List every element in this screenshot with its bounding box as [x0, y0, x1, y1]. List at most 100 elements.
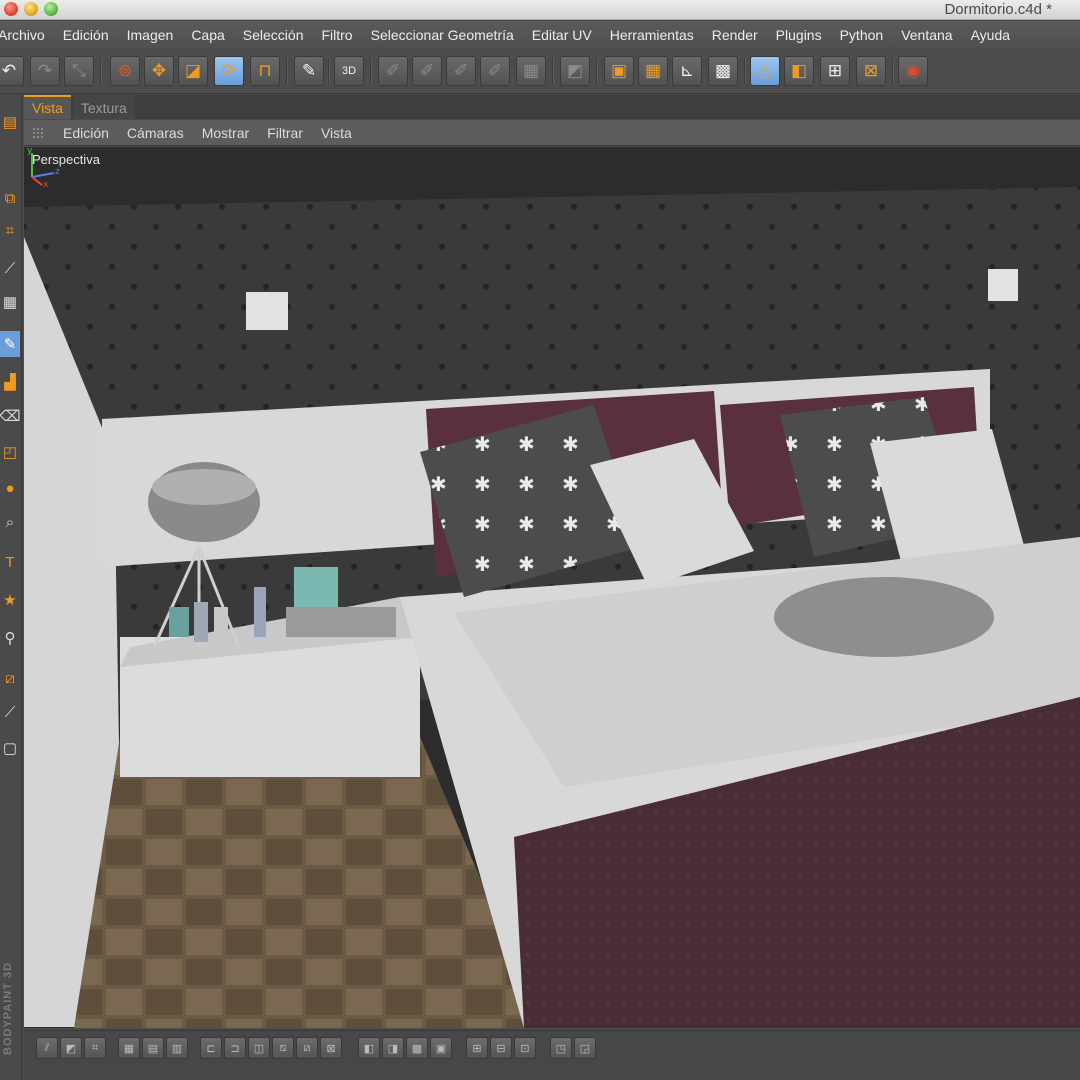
bottom-tool-2-icon[interactable]: ◩: [60, 1037, 82, 1059]
blur-icon[interactable]: ●: [0, 475, 20, 501]
menu-plugins[interactable]: Plugins: [767, 27, 831, 43]
menu-filtro[interactable]: Filtro: [312, 27, 361, 43]
render-icon[interactable]: ◉: [898, 56, 928, 86]
tab-textura[interactable]: Textura: [72, 95, 135, 119]
viewport-menu-vista[interactable]: Vista: [312, 125, 361, 141]
transform-icon[interactable]: ⤡: [64, 56, 94, 86]
checker-1-icon[interactable]: ▣: [604, 56, 634, 86]
title-bar: Dormitorio.c4d *: [0, 0, 1080, 20]
brush-grid-icon[interactable]: ▦: [516, 56, 546, 86]
menu-editar-uv[interactable]: Editar UV: [523, 27, 601, 43]
menu-herramientas[interactable]: Herramientas: [601, 27, 703, 43]
bottom-tool-5-icon[interactable]: ▤: [142, 1037, 164, 1059]
menu-ayuda[interactable]: Ayuda: [962, 27, 1019, 43]
move-icon[interactable]: ✥: [144, 56, 174, 86]
3d-viewport[interactable]: ✱: [24, 147, 1080, 1028]
menu-capa[interactable]: Capa: [182, 27, 233, 43]
axis-x-label: x: [43, 180, 49, 187]
magnet-icon[interactable]: ⊓: [250, 56, 280, 86]
bottom-toolbar: ⫽ ◩ ⌗ ▦ ▤ ▥ ⊏ ⊐ ◫ ⧅ ⧄ ⊠ ◧ ◨ ▩ ▣ ⊞ ⊟ ⊡ ◳ …: [24, 1030, 1080, 1080]
uv-mode-icon[interactable]: ⊠: [856, 56, 886, 86]
bottom-tool-12-icon[interactable]: ⊠: [320, 1037, 342, 1059]
bodypaint-brand-label: BODYPAINT 3D: [2, 961, 14, 1055]
grid-icon[interactable]: ▦: [0, 289, 20, 315]
zoom-window-button[interactable]: [44, 2, 58, 16]
smudge-icon[interactable]: ⟋: [0, 699, 20, 725]
eyedropper-icon[interactable]: ⚲: [0, 625, 20, 651]
undo-icon[interactable]: ↶: [0, 56, 24, 86]
menu-python[interactable]: Python: [831, 27, 893, 43]
paint-setup-icon[interactable]: ✎: [294, 56, 324, 86]
viewport-menu-camaras[interactable]: Cámaras: [118, 125, 193, 141]
eraser-icon[interactable]: ⌫: [0, 403, 21, 429]
bottom-tool-9-icon[interactable]: ◫: [248, 1037, 270, 1059]
checker-2-icon[interactable]: ▦: [638, 56, 668, 86]
menu-archivo[interactable]: Archivo: [0, 27, 54, 43]
star-icon[interactable]: ★: [0, 587, 20, 613]
axis-y-label: y: [27, 147, 33, 156]
scale-icon[interactable]: ◪: [178, 56, 208, 86]
viewport-menu-edicion[interactable]: Edición: [54, 125, 118, 141]
layers-icon[interactable]: ▤: [0, 109, 20, 135]
warp-icon[interactable]: ⧄: [0, 665, 20, 691]
rotate-icon[interactable]: ⟳: [214, 56, 244, 86]
main-toolbar: ↶ ↷ ⤡ ⊚ ✥ ◪ ⟳ ⊓ ✎ 3D ✐ ✐ ✐ ✐ ▦ ◩ ▣ ▦ ⊾ ▩…: [0, 50, 1080, 94]
bottom-tool-17-icon[interactable]: ⊞: [466, 1037, 488, 1059]
brush-4-icon[interactable]: ✐: [480, 56, 510, 86]
viewport-menu-mostrar[interactable]: Mostrar: [193, 125, 258, 141]
pen-icon[interactable]: ⟋: [0, 255, 20, 281]
bottom-tool-14-icon[interactable]: ◨: [382, 1037, 404, 1059]
menu-edicion[interactable]: Edición: [54, 27, 118, 43]
menu-bar: Archivo Edición Imagen Capa Selección Fi…: [0, 21, 1080, 49]
close-window-button[interactable]: [4, 2, 18, 16]
viewport-menu-bar: Edición Cámaras Mostrar Filtrar Vista: [24, 120, 1080, 146]
menu-seleccionar-geometria[interactable]: Seleccionar Geometría: [362, 27, 523, 43]
bottom-tool-20-icon[interactable]: ◳: [550, 1037, 572, 1059]
checker-3-icon[interactable]: ▩: [708, 56, 738, 86]
polygons-mode-icon[interactable]: ⊞: [820, 56, 850, 86]
points-mode-icon[interactable]: △: [750, 56, 780, 86]
left-tool-palette: ▤ ⧉ ⌗ ⟋ ▦ ✎ ▟ ⌫ ◰ ● ⌕ T ★ ⚲ ⧄ ⟋ ▢: [0, 95, 22, 1080]
clone-icon[interactable]: ▢: [0, 735, 20, 761]
zoom-icon[interactable]: ⌕: [0, 509, 20, 535]
menu-ventana[interactable]: Ventana: [892, 27, 961, 43]
live-selection-icon[interactable]: ⊚: [110, 56, 140, 86]
crop-icon[interactable]: ⌗: [0, 217, 20, 243]
bottom-tool-7-icon[interactable]: ⊏: [200, 1037, 222, 1059]
menu-seleccion[interactable]: Selección: [234, 27, 313, 43]
bottom-tool-15-icon[interactable]: ▩: [406, 1037, 428, 1059]
text-icon[interactable]: T: [0, 549, 20, 575]
brush-2-icon[interactable]: ✐: [412, 56, 442, 86]
menu-render[interactable]: Render: [703, 27, 767, 43]
bottom-tool-4-icon[interactable]: ▦: [118, 1037, 140, 1059]
fill-icon[interactable]: ◰: [0, 439, 20, 465]
minimize-window-button[interactable]: [24, 2, 38, 16]
redo-icon[interactable]: ↷: [30, 56, 60, 86]
menu-imagen[interactable]: Imagen: [118, 27, 183, 43]
object-icon[interactable]: ⧉: [0, 185, 20, 211]
stamp-icon[interactable]: ▟: [0, 369, 20, 395]
bottom-tool-3-icon[interactable]: ⌗: [84, 1037, 106, 1059]
bottom-tool-21-icon[interactable]: ◲: [574, 1037, 596, 1059]
brush-3-icon[interactable]: ✐: [446, 56, 476, 86]
bottom-tool-13-icon[interactable]: ◧: [358, 1037, 380, 1059]
grip-handle-icon[interactable]: [32, 126, 44, 139]
viewport-menu-filtrar[interactable]: Filtrar: [258, 125, 312, 141]
bottom-tool-6-icon[interactable]: ▥: [166, 1037, 188, 1059]
uv-edit-icon[interactable]: ◩: [560, 56, 590, 86]
bottom-tool-19-icon[interactable]: ⊡: [514, 1037, 536, 1059]
axis-gizmo-icon: y z x: [27, 147, 60, 187]
brush-1-icon[interactable]: ✐: [378, 56, 408, 86]
bottom-tool-8-icon[interactable]: ⊐: [224, 1037, 246, 1059]
3d-paint-icon[interactable]: 3D: [334, 56, 364, 86]
bottom-tool-16-icon[interactable]: ▣: [430, 1037, 452, 1059]
brush-icon[interactable]: ✎: [0, 331, 20, 357]
bottom-tool-1-icon[interactable]: ⫽: [36, 1037, 58, 1059]
panel-tabs: Vista Textura: [24, 95, 1080, 119]
bottom-tool-11-icon[interactable]: ⧄: [296, 1037, 318, 1059]
axis-icon[interactable]: ⊾: [672, 56, 702, 86]
edges-mode-icon[interactable]: ◧: [784, 56, 814, 86]
bottom-tool-10-icon[interactable]: ⧅: [272, 1037, 294, 1059]
tab-vista[interactable]: Vista: [24, 95, 71, 119]
bottom-tool-18-icon[interactable]: ⊟: [490, 1037, 512, 1059]
